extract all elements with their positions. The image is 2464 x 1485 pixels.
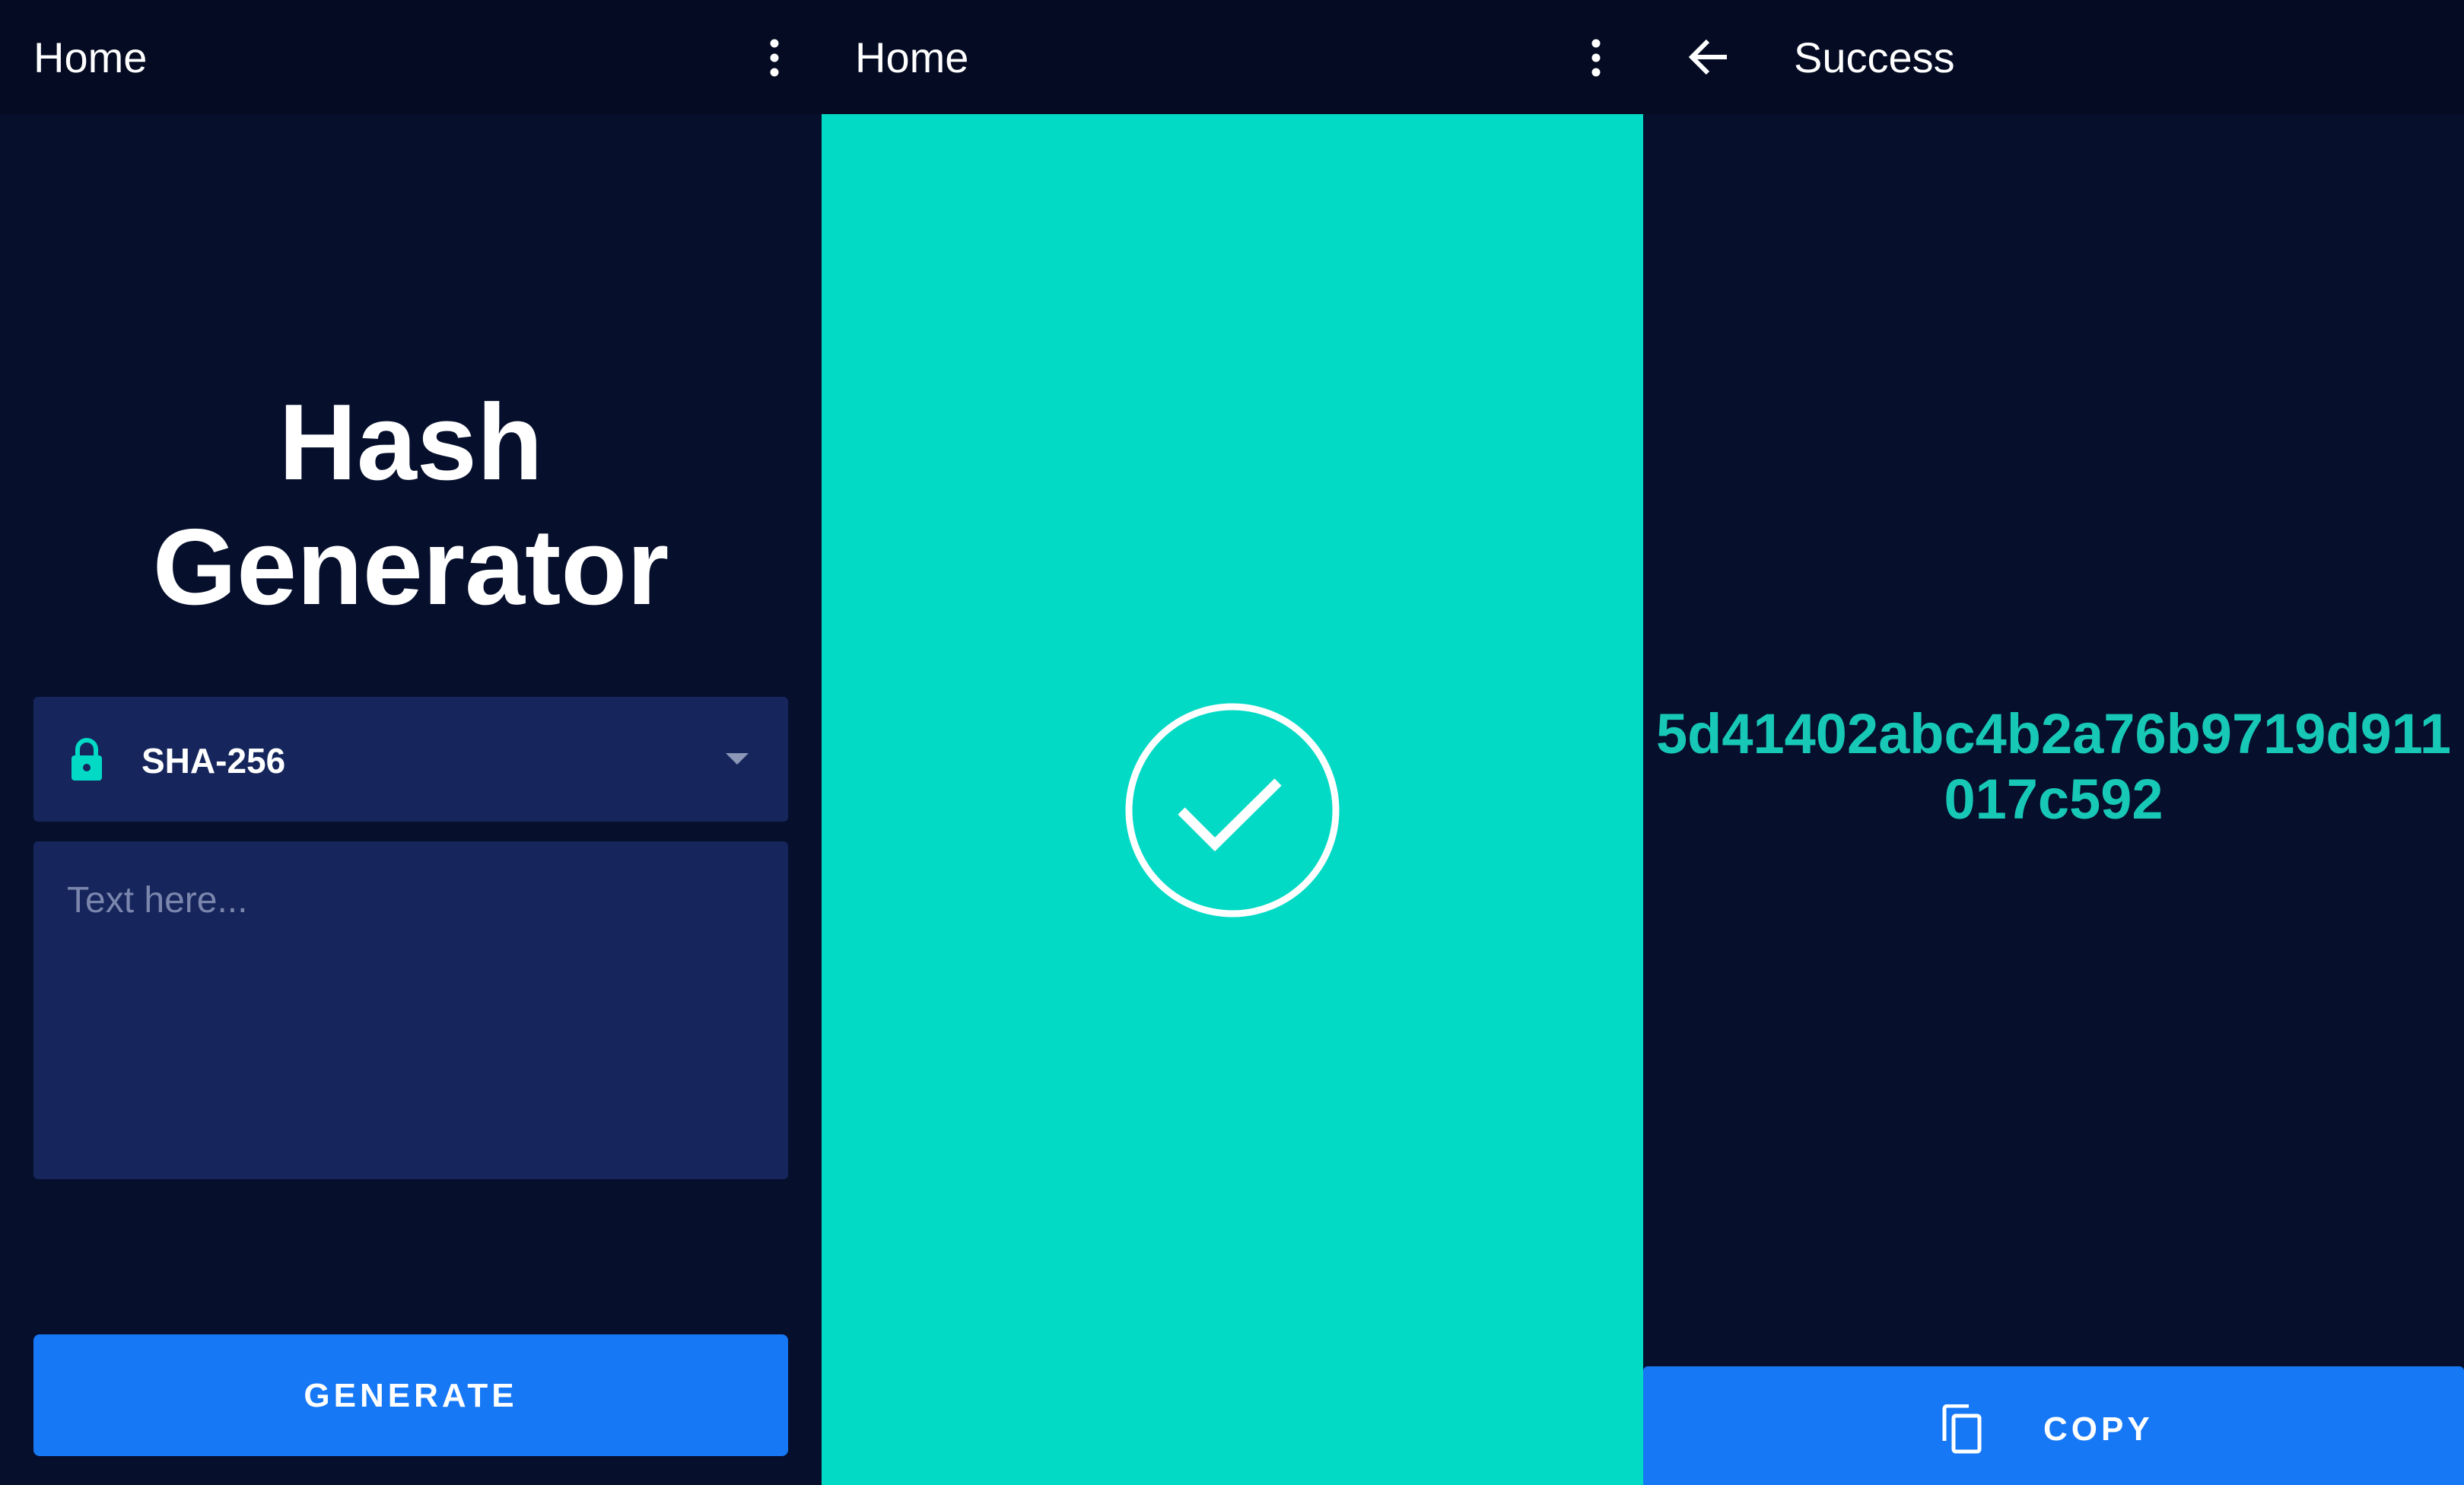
generate-button[interactable]: GENERATE [33, 1334, 788, 1456]
text-input[interactable]: Text here... [33, 841, 788, 1179]
page-title: Hash Generator [0, 380, 822, 630]
lock-icon [62, 735, 111, 784]
success-splash-screen: Home [822, 0, 1643, 1485]
page-title-line-1: Hash [278, 382, 543, 503]
arrow-back-icon[interactable] [1683, 30, 1736, 84]
algorithm-selected-value: SHA-256 [141, 741, 286, 781]
app-bar-title: Home [855, 33, 969, 81]
app-bar: Success [1643, 0, 2464, 114]
more-vert-icon[interactable] [759, 38, 790, 78]
check-circle-icon [1122, 700, 1343, 921]
success-screen: Success 5d41402abc4b2a76b9719d911017c592… [1643, 0, 2464, 1485]
more-vert-icon[interactable] [1581, 38, 1611, 78]
app-bar-title: Home [33, 33, 148, 81]
text-input-placeholder: Text here... [67, 880, 248, 921]
app-bar: Home [0, 0, 822, 114]
dropdown-arrow-icon [724, 750, 750, 768]
app-bar-title: Success [1794, 33, 1955, 81]
hash-output: 5d41402abc4b2a76b9719d911017c592 [1655, 702, 2452, 831]
algorithm-select[interactable]: SHA-256 [33, 697, 788, 822]
copy-button-label: COPY [2043, 1410, 2154, 1448]
app-bar: Home [822, 0, 1643, 114]
page-title-line-2: Generator [152, 507, 669, 628]
copy-button[interactable]: COPY [1643, 1366, 2464, 1485]
home-screen: Home Hash Generator SHA-256 Text here...… [0, 0, 822, 1485]
copy-icon [1940, 1404, 1984, 1455]
